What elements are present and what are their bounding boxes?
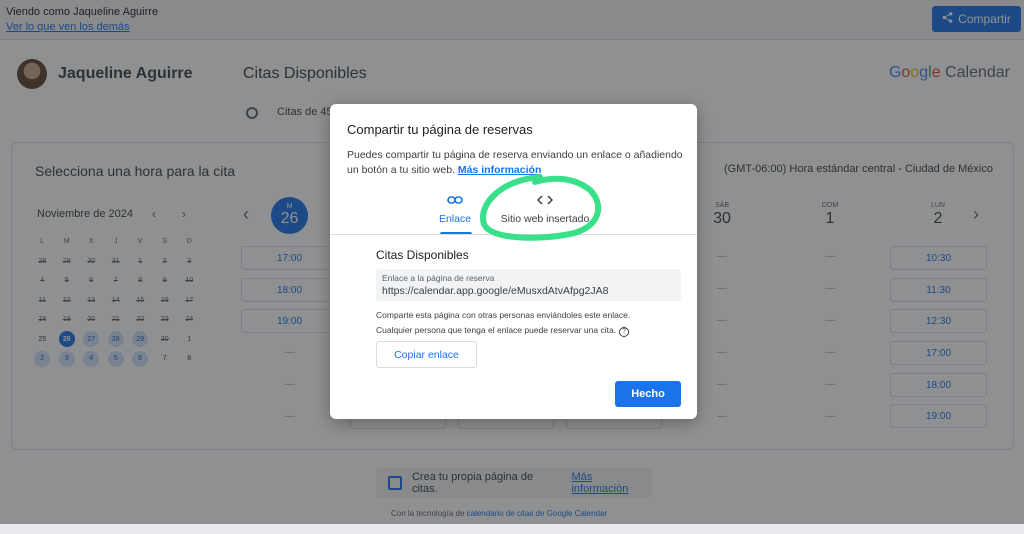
share-booking-dialog: Compartir tu página de reservas Puedes c… <box>330 104 697 419</box>
done-button[interactable]: Hecho <box>615 381 681 407</box>
share-note: Comparte esta página con otras personas … <box>376 310 631 337</box>
link-field-value[interactable]: https://calendar.app.google/eMusxdAtvAfp… <box>382 285 675 297</box>
bottom-strip <box>0 524 1024 534</box>
link-field-label: Enlace a la página de reserva <box>382 273 495 283</box>
booking-link-field[interactable]: Enlace a la página de reserva https://ca… <box>376 269 681 301</box>
tab-divider <box>330 234 697 235</box>
link-icon <box>435 194 475 208</box>
dialog-more-info-link[interactable]: Más información <box>458 164 541 176</box>
dialog-description: Puedes compartir tu página de reserva en… <box>347 149 683 176</box>
dialog-subtitle: Citas Disponibles <box>376 248 469 262</box>
dialog-title: Compartir tu página de reservas <box>347 122 533 137</box>
help-icon[interactable]: ? <box>619 326 630 337</box>
tab-link[interactable]: Enlace <box>435 194 475 234</box>
tab-embedded-website[interactable]: Sitio web insertado <box>490 194 600 234</box>
tab-link-label: Enlace <box>438 213 472 225</box>
code-icon <box>490 194 600 208</box>
copy-link-button[interactable]: Copiar enlace <box>376 341 477 368</box>
tab-embed-label: Sitio web insertado <box>500 213 590 225</box>
